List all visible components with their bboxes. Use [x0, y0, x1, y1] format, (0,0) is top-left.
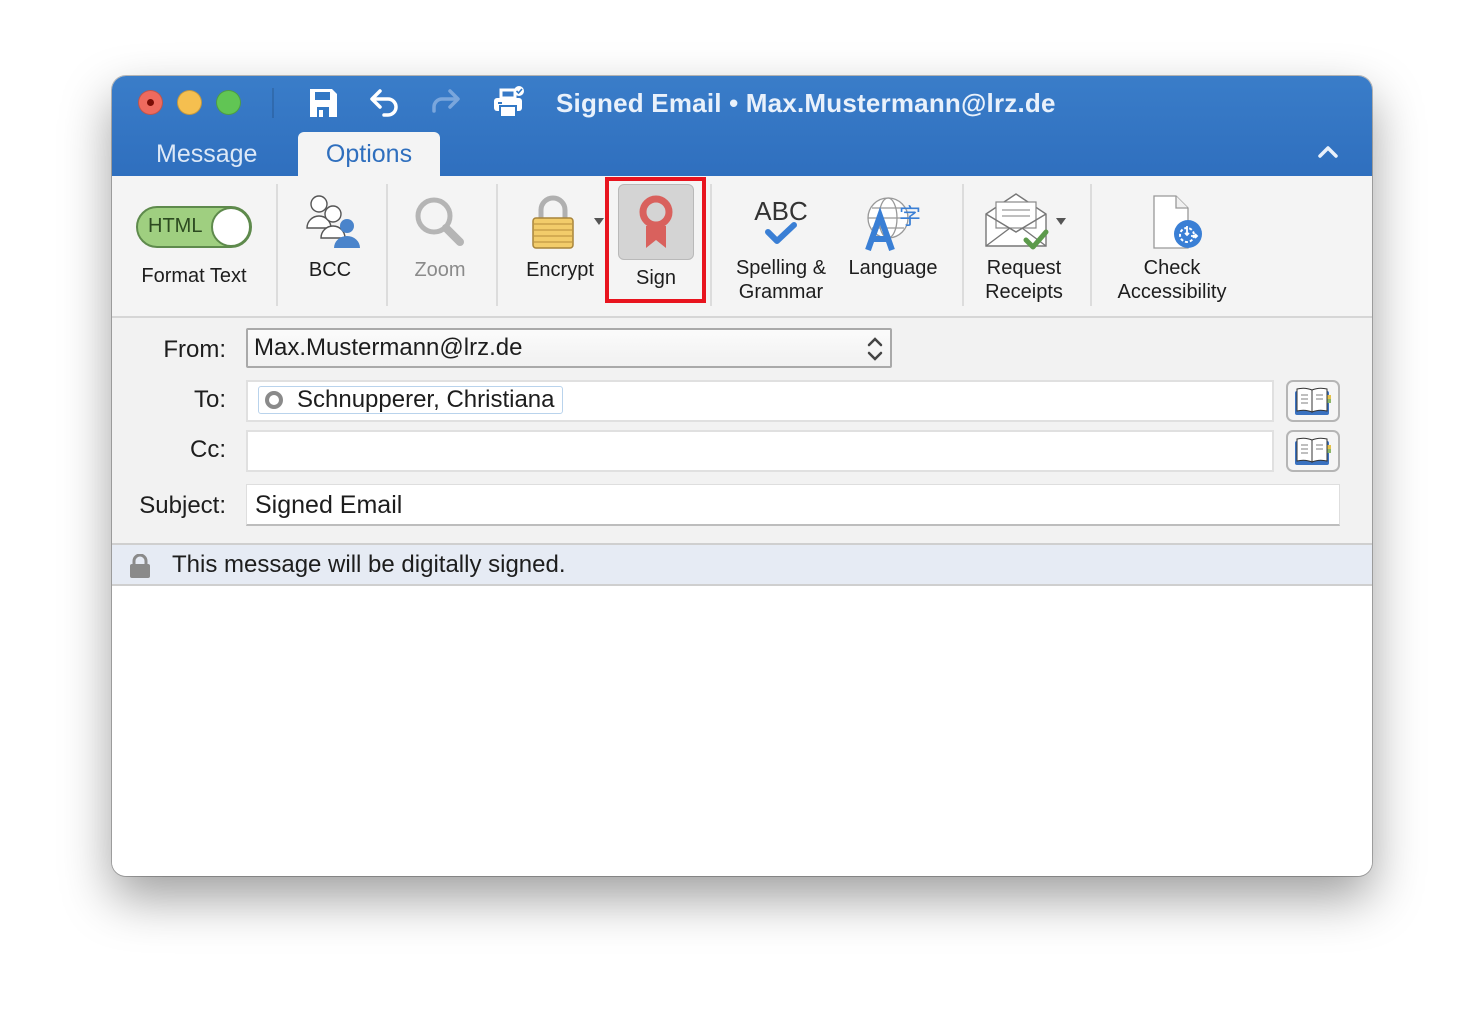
address-book-icon	[1295, 387, 1331, 415]
tab-options[interactable]: Options	[298, 132, 440, 176]
request-receipts-dropdown-arrow[interactable]	[1056, 218, 1066, 225]
ribbon-divider	[710, 184, 712, 306]
encrypt-dropdown-arrow[interactable]	[594, 218, 604, 225]
chevron-up-icon	[1318, 146, 1338, 158]
recipient-name: Schnupperer, Christiana	[297, 386, 555, 413]
spelling-label-1: Spelling &	[735, 257, 827, 279]
svg-text:ABC: ABC	[754, 196, 807, 226]
zoom-button[interactable]: Zoom	[400, 192, 480, 282]
bcc-button[interactable]: BCC	[290, 192, 370, 282]
to-address-book-button[interactable]	[1286, 380, 1340, 422]
request-receipts-button[interactable]: Request Receipts	[974, 192, 1074, 304]
cc-label: Cc:	[190, 436, 226, 463]
ribbon-divider	[496, 184, 498, 306]
encrypt-button[interactable]: Encrypt	[510, 192, 610, 282]
request-receipts-label-1: Request	[986, 257, 1062, 279]
padlock-icon	[532, 195, 574, 249]
to-field[interactable]: Schnupperer, Christiana	[246, 380, 1274, 422]
fullscreen-window-button[interactable]	[216, 90, 241, 115]
encrypt-label: Encrypt	[526, 259, 594, 281]
envelope-check-icon	[985, 193, 1049, 250]
language-button[interactable]: 字 Language	[842, 194, 944, 280]
ribbon-divider	[386, 184, 388, 306]
window-title: Signed Email • Max.Mustermann@lrz.de	[556, 88, 1056, 118]
check-accessibility-label-1: Check	[1143, 257, 1201, 279]
collapse-ribbon-button[interactable]	[1316, 140, 1340, 164]
check-accessibility-label-2: Accessibility	[1117, 281, 1227, 303]
cc-field[interactable]	[246, 430, 1274, 472]
subject-label: Subject:	[139, 492, 226, 519]
spelling-grammar-button[interactable]: ABC Spelling & Grammar	[724, 194, 838, 304]
format-text-toggle-group: HTML Format Text	[136, 176, 252, 288]
sign-highlight-annotation	[605, 177, 706, 303]
toggle-knob	[211, 207, 251, 247]
format-text-toggle[interactable]: HTML	[136, 206, 252, 248]
save-icon[interactable]	[306, 86, 340, 120]
from-account-select[interactable]: Max.Mustermann@lrz.de	[246, 328, 892, 368]
cc-address-book-button[interactable]	[1286, 430, 1340, 472]
redo-icon[interactable]	[428, 86, 462, 120]
zoom-label: Zoom	[414, 259, 466, 281]
lock-icon	[130, 554, 150, 578]
ribbon-options: HTML Format Text BCC Zoom Encrypt Sign A…	[112, 176, 1372, 318]
message-body-editor[interactable]	[112, 586, 1372, 876]
ribbon-divider	[962, 184, 964, 306]
title-bar: Signed Email • Max.Mustermann@lrz.de Mes…	[112, 76, 1372, 176]
to-label: To:	[193, 386, 226, 413]
titlebar-divider	[272, 88, 274, 118]
format-text-label: Format Text	[141, 265, 247, 287]
magnifier-icon	[415, 197, 464, 246]
print-icon[interactable]	[492, 86, 526, 120]
ribbon-divider	[1090, 184, 1092, 306]
window-controls	[138, 90, 241, 115]
signature-info-bar: This message will be digitally signed.	[112, 543, 1372, 586]
subject-input[interactable]: Signed Email	[246, 484, 1340, 526]
abc-check-icon: ABC	[754, 196, 808, 244]
from-label: From:	[163, 336, 226, 363]
bcc-people-icon	[306, 195, 360, 248]
info-bar-text: This message will be digitally signed.	[172, 551, 566, 578]
ribbon-divider	[276, 184, 278, 306]
spelling-label-2: Grammar	[738, 281, 824, 303]
request-receipts-label-2: Receipts	[985, 281, 1063, 303]
svg-text:字: 字	[899, 205, 921, 230]
language-label: Language	[848, 257, 938, 279]
bcc-label: BCC	[308, 259, 352, 281]
undo-icon[interactable]	[368, 86, 402, 120]
select-stepper-icon	[867, 337, 883, 361]
compose-window: Signed Email • Max.Mustermann@lrz.de Mes…	[112, 76, 1372, 876]
minimize-window-button[interactable]	[177, 90, 202, 115]
accessibility-document-icon	[1153, 195, 1202, 249]
recipient-chip[interactable]: Schnupperer, Christiana	[258, 386, 564, 414]
presence-status-icon	[265, 391, 283, 409]
check-accessibility-button[interactable]: Check Accessibility	[1106, 192, 1238, 304]
toggle-value: HTML	[148, 215, 203, 237]
address-book-icon	[1295, 437, 1331, 465]
from-value: Max.Mustermann@lrz.de	[254, 334, 523, 361]
language-globe-icon: 字	[865, 197, 921, 251]
tab-message[interactable]: Message	[134, 132, 279, 176]
close-window-button[interactable]	[138, 90, 163, 115]
message-header-fields: From: Max.Mustermann@lrz.de To: Schnuppe…	[112, 318, 1372, 543]
